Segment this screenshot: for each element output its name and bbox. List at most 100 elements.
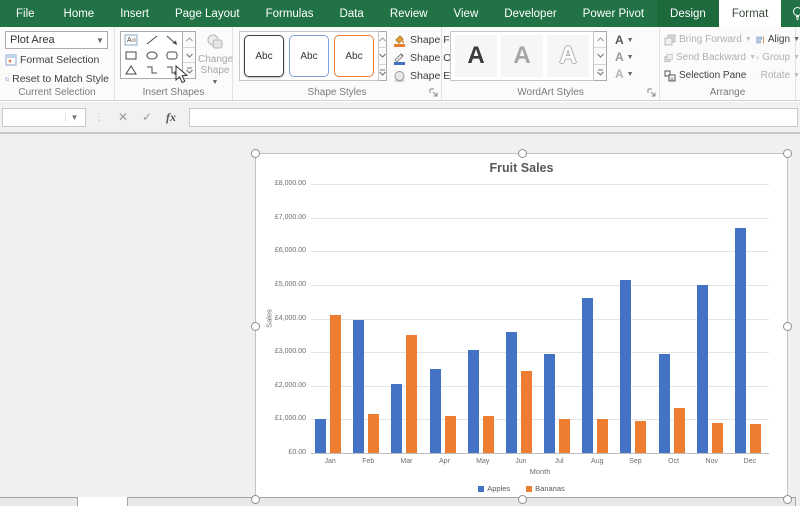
wordart-more-button[interactable]: [594, 65, 606, 80]
bar-bananas-oct[interactable]: [674, 408, 685, 453]
wordart-style-3[interactable]: A: [547, 35, 589, 77]
line-icon: [145, 34, 159, 46]
worksheet[interactable]: Fruit Sales £0.00£1,000.00£2,000.00£3,00…: [0, 133, 800, 506]
shape-triangle[interactable]: [121, 63, 141, 78]
chart-handle-middle-left[interactable]: [251, 322, 260, 331]
bar-bananas-nov[interactable]: [712, 423, 723, 453]
bar-apples-mar[interactable]: [391, 384, 402, 453]
tab-developer[interactable]: Developer: [491, 0, 569, 27]
bar-apples-jun[interactable]: [506, 332, 517, 453]
bar-bananas-aug[interactable]: [597, 419, 608, 453]
chevron-down-icon[interactable]: ▼: [93, 36, 107, 45]
selection-pane-button[interactable]: Selection Pane: [664, 68, 756, 83]
shape-rectangle[interactable]: [121, 47, 141, 62]
shape-style-1[interactable]: Abc: [244, 35, 284, 77]
chart-handle-top-right[interactable]: [783, 149, 792, 158]
shape-style-3[interactable]: Abc: [334, 35, 374, 77]
shape-textbox[interactable]: A: [121, 32, 141, 47]
tab-formulas[interactable]: Formulas: [253, 0, 327, 27]
chart-object[interactable]: Fruit Sales £0.00£1,000.00£2,000.00£3,00…: [255, 153, 788, 500]
send-backward-button[interactable]: Send Backward▼: [664, 50, 756, 65]
bar-bananas-apr[interactable]: [445, 416, 456, 453]
legend-swatch: [526, 486, 532, 492]
bar-bananas-jan[interactable]: [330, 315, 341, 453]
cancel-button[interactable]: ✕: [111, 108, 135, 127]
x-axis-title[interactable]: Month: [311, 467, 769, 476]
bar-apples-aug[interactable]: [582, 298, 593, 453]
bar-apples-apr[interactable]: [430, 369, 441, 453]
tab-file[interactable]: File: [0, 0, 51, 27]
chart-handle-middle-right[interactable]: [783, 322, 792, 331]
tab-home[interactable]: Home: [51, 0, 108, 27]
bar-apples-may[interactable]: [468, 350, 479, 453]
align-button[interactable]: Align▼: [756, 32, 800, 47]
bar-bananas-jun[interactable]: [521, 371, 532, 453]
chart-handle-top-left[interactable]: [251, 149, 260, 158]
chart-handle-bottom-left[interactable]: [251, 495, 260, 504]
legend-item-apples[interactable]: Apples: [478, 484, 510, 493]
gallery-scroll-up-button[interactable]: [183, 32, 195, 48]
bar-bananas-mar[interactable]: [406, 335, 417, 453]
tab-format[interactable]: Format: [719, 0, 781, 27]
text-effects-button[interactable]: A▼: [615, 67, 634, 81]
chart-handle-top-center[interactable]: [518, 149, 527, 158]
enter-button[interactable]: ✓: [135, 108, 159, 127]
wordart-style-2[interactable]: A: [501, 35, 543, 77]
bar-bananas-feb[interactable]: [368, 414, 379, 453]
text-outline-button[interactable]: A▼: [615, 50, 634, 64]
bar-apples-jul[interactable]: [544, 354, 555, 453]
tab-insert[interactable]: Insert: [107, 0, 162, 27]
name-box-dropdown-icon[interactable]: ▼: [65, 113, 83, 122]
bar-apples-nov[interactable]: [697, 285, 708, 453]
bar-bananas-sep[interactable]: [635, 421, 646, 453]
chart-title[interactable]: Fruit Sales: [256, 161, 787, 175]
wordart-style-1[interactable]: A: [455, 35, 497, 77]
wordart-scroll-down-button[interactable]: [594, 48, 606, 64]
shape-styles-dialog-launcher[interactable]: [428, 87, 439, 98]
formula-input[interactable]: [190, 110, 797, 127]
tab-data[interactable]: Data: [327, 0, 377, 27]
tab-review[interactable]: Review: [377, 0, 441, 27]
shape-fill-icon: [393, 34, 406, 47]
tab-design[interactable]: Design: [657, 0, 719, 27]
shape-rounded-rectangle[interactable]: [162, 47, 182, 62]
y-axis-title[interactable]: Sales: [265, 299, 274, 339]
format-selection-button[interactable]: Format Selection: [5, 51, 109, 68]
group-button[interactable]: Group▼: [756, 50, 800, 65]
tab-view[interactable]: View: [441, 0, 492, 27]
shape-arrow[interactable]: [162, 32, 182, 47]
style-scroll-down-button[interactable]: [379, 48, 386, 64]
bar-apples-sep[interactable]: [620, 280, 631, 453]
name-box[interactable]: ▼: [2, 108, 86, 127]
shape-oval[interactable]: [141, 47, 161, 62]
rotate-button[interactable]: Rotate▼: [756, 68, 800, 83]
bar-bananas-jul[interactable]: [559, 419, 570, 453]
tab-power-pivot[interactable]: Power Pivot: [570, 0, 657, 27]
shape-elbow[interactable]: [141, 63, 161, 78]
style-scroll-up-button[interactable]: [379, 32, 386, 48]
bar-apples-jan[interactable]: [315, 419, 326, 453]
shape-line[interactable]: [141, 32, 161, 47]
style-more-button[interactable]: [379, 65, 386, 80]
bar-apples-oct[interactable]: [659, 354, 670, 453]
wordart-scroll-up-button[interactable]: [594, 32, 606, 48]
insert-function-button[interactable]: fx: [159, 108, 183, 127]
tell-me-box[interactable]: Tell me what you want to do: [781, 0, 800, 27]
chart-handle-bottom-center[interactable]: [518, 495, 527, 504]
bring-forward-button[interactable]: Bring Forward▼: [664, 32, 756, 47]
shape-style-2[interactable]: Abc: [289, 35, 329, 77]
bar-apples-dec[interactable]: [735, 228, 746, 453]
bar-apples-feb[interactable]: [353, 320, 364, 453]
chart-element-selector[interactable]: Plot Area ▼: [5, 31, 108, 49]
tab-page-layout[interactable]: Page Layout: [162, 0, 253, 27]
reset-to-match-style-button[interactable]: Reset to Match Style: [5, 70, 109, 87]
bar-bananas-may[interactable]: [483, 416, 494, 453]
chart-legend[interactable]: Apples Bananas: [256, 484, 787, 493]
name-box-input[interactable]: [3, 111, 65, 123]
legend-item-bananas[interactable]: Bananas: [526, 484, 565, 493]
wordart-styles-dialog-launcher[interactable]: [646, 87, 657, 98]
gallery-scroll-down-button[interactable]: [183, 48, 195, 64]
bar-bananas-dec[interactable]: [750, 424, 761, 453]
chart-handle-bottom-right[interactable]: [783, 495, 792, 504]
text-fill-button[interactable]: A▼: [615, 33, 634, 47]
